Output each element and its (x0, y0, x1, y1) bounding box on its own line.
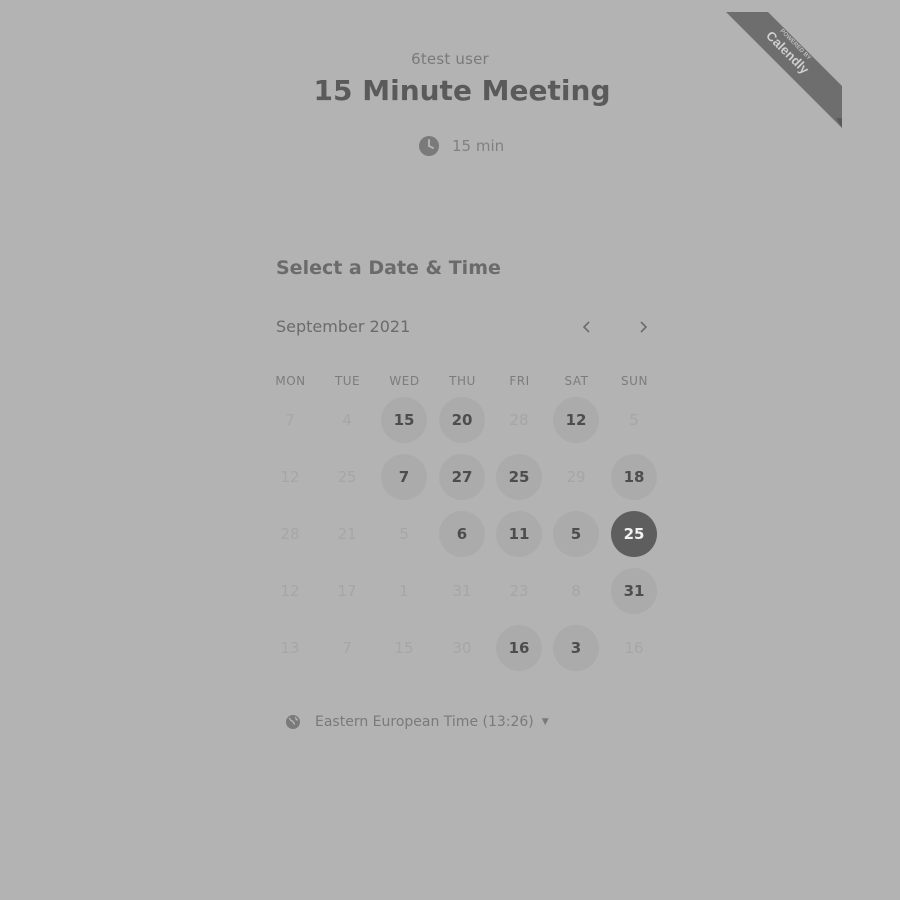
calendar-day-available[interactable]: 5 (553, 511, 599, 557)
calendar-day-available[interactable]: 15 (381, 397, 427, 443)
weekday-tue: TUE (334, 374, 361, 388)
calendar-day-selected[interactable]: 25 (611, 511, 657, 557)
calendar-day-unavailable: 16 (624, 639, 644, 657)
calendar-day-unavailable: 25 (337, 468, 357, 486)
globe-icon (285, 714, 301, 730)
calendar-day-unavailable: 21 (337, 525, 357, 543)
calendar-day-unavailable: 4 (342, 411, 352, 429)
calendar-day-unavailable: 7 (342, 639, 352, 657)
calendar-day-available[interactable]: 20 (439, 397, 485, 443)
powered-by-calendly-badge[interactable]: POWERED BY Calendly (726, 12, 842, 128)
chevron-right-icon (640, 321, 648, 333)
month-label: September 2021 (276, 317, 411, 336)
weekday-thu: THU (449, 374, 476, 388)
calendar-day-available[interactable]: 7 (381, 454, 427, 500)
calendar-day-unavailable: 5 (629, 411, 639, 429)
weekday-mon: MON (275, 374, 306, 388)
calendar-day-available[interactable]: 25 (496, 454, 542, 500)
calendar-day-unavailable: 1 (399, 582, 409, 600)
timezone-selector[interactable]: Eastern European Time (13:26) ▼ (285, 714, 549, 730)
calendar-day-available[interactable]: 3 (553, 625, 599, 671)
calendar-day-unavailable: 30 (452, 639, 472, 657)
calendar-day-unavailable: 23 (509, 582, 529, 600)
calendar-day-unavailable: 31 (452, 582, 472, 600)
calendar-day-unavailable: 13 (280, 639, 300, 657)
calendar-day-unavailable: 8 (571, 582, 581, 600)
section-title: Select a Date & Time (276, 257, 501, 279)
calendar-day-available[interactable]: 31 (611, 568, 657, 614)
calendar-day-unavailable: 15 (394, 639, 414, 657)
chevron-left-icon (582, 321, 590, 333)
calendar-day-unavailable: 28 (509, 411, 529, 429)
weekday-sun: SUN (621, 374, 648, 388)
timezone-label: Eastern European Time (13:26) (315, 714, 534, 730)
weekday-wed: WED (389, 374, 420, 388)
calendar-day-available[interactable]: 11 (496, 511, 542, 557)
calendar-day-unavailable: 7 (285, 411, 295, 429)
calendar-day-available[interactable]: 16 (496, 625, 542, 671)
next-month-button[interactable] (631, 314, 655, 340)
calendar-day-unavailable: 17 (337, 582, 357, 600)
calendar-day-available[interactable]: 6 (439, 511, 485, 557)
calendar-day-unavailable: 29 (566, 468, 586, 486)
weekday-sat: SAT (564, 374, 589, 388)
prev-month-button[interactable] (575, 314, 599, 340)
calendar-day-unavailable: 5 (399, 525, 409, 543)
clock-icon (418, 135, 440, 157)
calendar-day-unavailable: 12 (280, 582, 300, 600)
caret-down-icon: ▼ (541, 717, 549, 727)
calendar-day-unavailable: 28 (280, 525, 300, 543)
calendar-day-available[interactable]: 18 (611, 454, 657, 500)
calendar-day-available[interactable]: 27 (439, 454, 485, 500)
calendar-day-available[interactable]: 12 (553, 397, 599, 443)
weekday-fri: FRI (509, 374, 530, 388)
calendar-day-unavailable: 12 (280, 468, 300, 486)
duration-label: 15 min (452, 137, 505, 155)
event-duration: 15 min (418, 135, 504, 157)
